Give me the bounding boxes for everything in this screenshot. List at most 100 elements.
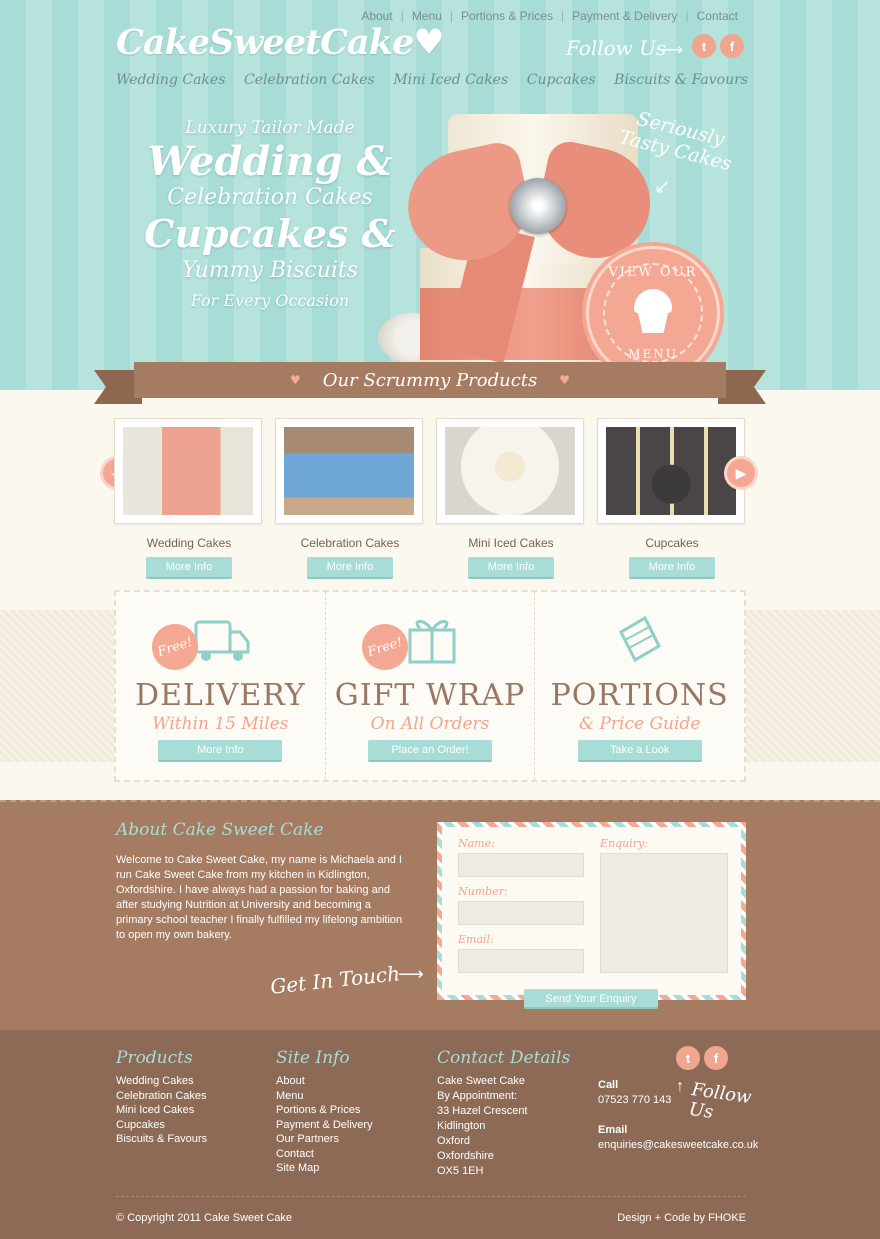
- footer-products-title: Products: [116, 1048, 193, 1068]
- footer-link[interactable]: Menu: [276, 1089, 373, 1104]
- follow-us-label: Follow Us: [566, 36, 667, 60]
- number-field[interactable]: [458, 901, 584, 925]
- cat-nav-cupcakes[interactable]: Cupcakes: [527, 72, 596, 88]
- cupcake-icon: [632, 289, 674, 333]
- arrow-up-icon: ↑: [676, 1078, 684, 1095]
- email-address[interactable]: enquiries@cakesweetcake.co.uk: [598, 1138, 758, 1153]
- hero-line-1: Luxury Tailor Made: [185, 118, 355, 138]
- badge-bottom-text: MENU: [628, 347, 678, 361]
- about-title: About Cake Sweet Cake: [116, 820, 324, 840]
- product-name: Cupcakes: [645, 536, 699, 550]
- footer-products: Products Wedding Cakes Celebration Cakes…: [116, 1048, 207, 1147]
- arrow-right-icon: ⟶: [398, 964, 424, 984]
- footer-site-info: Site Info About Menu Portions & Prices P…: [276, 1048, 373, 1176]
- cat-nav-biscuits[interactable]: Biscuits & Favours: [614, 72, 748, 88]
- header: About | Menu | Portions & Prices | Payment …: [0, 0, 880, 390]
- cat-nav-mini-iced[interactable]: Mini Iced Cakes: [393, 72, 508, 88]
- mini-iced-cake-image: [445, 427, 575, 515]
- footer-link[interactable]: Our Partners: [276, 1132, 373, 1147]
- delivery-more-info-button[interactable]: More Info: [158, 740, 283, 762]
- facebook-icon[interactable]: f: [720, 34, 744, 58]
- facebook-icon[interactable]: f: [704, 1046, 728, 1070]
- address-line: Cake Sweet Cake: [437, 1075, 526, 1087]
- hero-line-3: Celebration Cakes: [167, 185, 373, 210]
- footer-link[interactable]: Mini Iced Cakes: [116, 1103, 207, 1118]
- footer-link[interactable]: Payment & Delivery: [276, 1118, 373, 1133]
- email-field[interactable]: [458, 949, 584, 973]
- product-card-celebration[interactable]: Celebration Cakes More Info: [275, 418, 425, 579]
- hero-line-5: Yummy Biscuits: [181, 258, 359, 283]
- more-info-button[interactable]: More Info: [628, 557, 716, 579]
- view-menu-badge[interactable]: VIEW OUR MENU: [586, 246, 720, 380]
- feature-title: GIFT WRAP: [334, 678, 526, 713]
- footer-link[interactable]: Site Map: [276, 1161, 373, 1176]
- hero-line-6: For Every Occasion: [190, 291, 350, 310]
- footer-link[interactable]: Celebration Cakes: [116, 1089, 207, 1104]
- products-carousel: ◀ Wedding Cakes More Info Celebration Ca…: [0, 410, 880, 600]
- email-label: Email:: [458, 933, 494, 946]
- footer-divider: [116, 1196, 746, 1197]
- footer-link[interactable]: Biscuits & Favours: [116, 1132, 207, 1147]
- cupcakes-image: [606, 427, 736, 515]
- top-nav: About | Menu | Portions & Prices | Payment …: [361, 9, 738, 23]
- address-line: OX5 1EH: [437, 1165, 484, 1177]
- banner-title: Our Scrummy Products: [322, 369, 538, 391]
- top-nav-portions[interactable]: Portions & Prices: [461, 9, 553, 23]
- hero-text: Luxury Tailor Made Wedding & Celebration…: [130, 118, 410, 316]
- about-text: Welcome to Cake Sweet Cake, my name is M…: [116, 854, 403, 941]
- footer: Products Wedding Cakes Celebration Cakes…: [0, 1030, 880, 1239]
- twitter-icon[interactable]: t: [676, 1046, 700, 1070]
- product-name: Mini Iced Cakes: [468, 536, 554, 550]
- wedding-cake-image: [123, 427, 253, 515]
- feature-subtitle: On All Orders: [370, 714, 490, 734]
- address-line: By Appointment:: [437, 1090, 518, 1102]
- feature-gift-wrap: Free! GIFT WRAP On All Orders Place an O…: [326, 592, 536, 780]
- carousel-next-button[interactable]: ▶: [724, 456, 758, 490]
- product-name: Celebration Cakes: [300, 536, 400, 550]
- footer-link[interactable]: Cupcakes: [116, 1118, 207, 1133]
- product-card-wedding[interactable]: Wedding Cakes More Info: [114, 418, 264, 579]
- footer-link[interactable]: About: [276, 1074, 373, 1089]
- twitter-icon[interactable]: t: [692, 34, 716, 58]
- product-card-mini-iced[interactable]: Mini Iced Cakes More Info: [436, 418, 586, 579]
- send-enquiry-button[interactable]: Send Your Enquiry: [524, 989, 658, 1009]
- top-nav-about[interactable]: About: [361, 9, 392, 23]
- place-order-button[interactable]: Place an Order!: [368, 740, 492, 762]
- address-line: Kidlington: [437, 1120, 486, 1132]
- top-nav-contact[interactable]: Contact: [697, 9, 738, 23]
- address-line: Oxfordshire: [437, 1150, 494, 1162]
- name-field[interactable]: [458, 853, 584, 877]
- footer-contact: Contact Details Cake Sweet Cake By Appoi…: [437, 1048, 570, 1179]
- feature-delivery: Free! DELIVERY Within 15 Miles More Info: [116, 592, 326, 780]
- footer-link[interactable]: Contact: [276, 1147, 373, 1162]
- number-label: Number:: [458, 885, 508, 898]
- more-info-button[interactable]: More Info: [467, 557, 555, 579]
- footer-link[interactable]: Portions & Prices: [276, 1103, 373, 1118]
- design-credit[interactable]: Design + Code by FHOKE: [617, 1212, 746, 1224]
- footer-link[interactable]: Wedding Cakes: [116, 1074, 207, 1089]
- logo[interactable]: CakeSweetCake♥: [116, 22, 445, 63]
- category-nav: Wedding Cakes Celebration Cakes Mini Ice…: [116, 72, 748, 88]
- cake-slice-icon: [619, 615, 662, 663]
- footer-contact-title: Contact Details: [437, 1048, 571, 1068]
- address-line: 33 Hazel Crescent: [437, 1105, 528, 1117]
- more-info-button[interactable]: More Info: [306, 557, 394, 579]
- top-nav-menu[interactable]: Menu: [412, 9, 442, 23]
- cat-nav-celebration[interactable]: Celebration Cakes: [244, 72, 375, 88]
- heart-icon: ♥: [559, 373, 571, 387]
- badge-top-text: VIEW OUR: [608, 265, 698, 280]
- feature-title: DELIVERY: [134, 678, 306, 713]
- feature-subtitle: Within 15 Miles: [152, 714, 289, 734]
- product-card-cupcakes[interactable]: Cupcakes More Info: [597, 418, 747, 579]
- arrow-down-left-icon: ↙: [654, 176, 671, 198]
- footer-site-title: Site Info: [276, 1048, 350, 1068]
- enquiry-field[interactable]: [600, 853, 728, 973]
- top-nav-payment[interactable]: Payment & Delivery: [572, 9, 677, 23]
- copyright: © Copyright 2011 Cake Sweet Cake: [116, 1212, 293, 1224]
- more-info-button[interactable]: More Info: [145, 557, 233, 579]
- products-banner: ♥ Our Scrummy Products ♥: [94, 362, 766, 406]
- take-a-look-button[interactable]: Take a Look: [577, 740, 702, 762]
- hero-line-2: Wedding &: [147, 138, 393, 185]
- cat-nav-wedding[interactable]: Wedding Cakes: [116, 72, 225, 88]
- feature-portions: PORTIONS & Price Guide Take a Look: [535, 592, 744, 780]
